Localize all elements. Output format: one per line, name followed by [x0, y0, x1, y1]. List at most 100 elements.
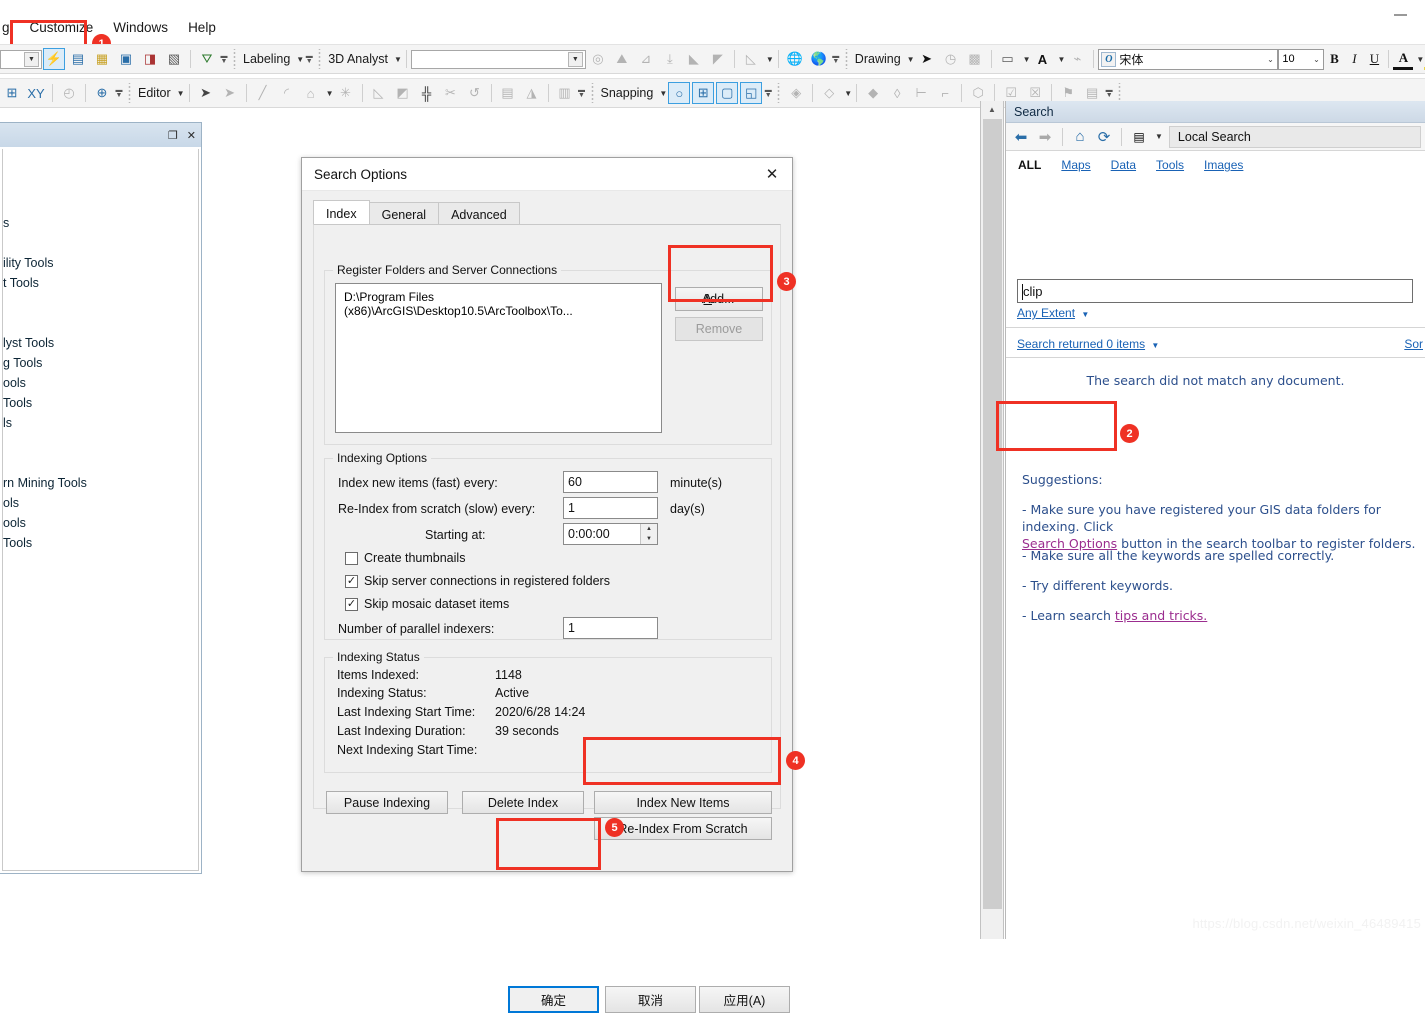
extent-filter-link[interactable]: Any Extent ▼	[1017, 306, 1089, 320]
select-topology-icon[interactable]: ◈	[785, 82, 807, 104]
chevron-down-icon[interactable]: ▼	[1151, 341, 1159, 350]
font-family-combo[interactable]: O 宋体 ⌄	[1098, 48, 1279, 70]
scroll-thumb[interactable]	[983, 119, 1002, 909]
editor-toolbar-icon[interactable]: ⚡	[43, 48, 65, 70]
edit-vertices-icon[interactable]: ⌁	[1066, 48, 1088, 70]
toolbar-grip-end[interactable]	[1116, 83, 1124, 103]
contour-icon[interactable]: ◎	[587, 48, 609, 70]
create-thumbnails-checkbox[interactable]	[345, 551, 358, 565]
index-new-items-button[interactable]: Index New Items	[594, 791, 772, 814]
apply-button[interactable]: 应用(A)	[699, 986, 790, 1013]
delete-index-button[interactable]: Delete Index	[462, 791, 584, 814]
interpolate-icon[interactable]: ◺	[740, 48, 762, 70]
list-item[interactable]: D:\Program Files (x86)\ArcGIS\Desktop10.…	[344, 290, 653, 318]
scroll-up-icon[interactable]: ▲	[981, 101, 1003, 118]
chevron-down-icon[interactable]: ▼	[326, 89, 334, 98]
tab-index[interactable]: Index	[313, 200, 370, 226]
close-icon[interactable]: ✕	[752, 158, 792, 190]
window-minimize-icon[interactable]	[1394, 14, 1407, 16]
underline-button[interactable]: U	[1364, 48, 1384, 70]
skip-server-row[interactable]: ✓ Skip server connections in registered …	[345, 574, 610, 588]
trace-icon[interactable]: ⌂	[300, 82, 322, 104]
editor-menu[interactable]: Editor	[135, 86, 174, 100]
skip-server-checkbox[interactable]: ✓	[345, 574, 358, 588]
menu-item-help[interactable]: Help	[178, 16, 226, 39]
list-item[interactable]: g Tools	[3, 353, 198, 373]
toolbox-icon[interactable]: ◨	[139, 48, 161, 70]
reshape-feature-icon[interactable]: ◺	[368, 82, 390, 104]
tips-and-tricks-link[interactable]: tips and tricks.	[1115, 608, 1207, 623]
toolbar-overflow-4[interactable]: ▬ ▼	[114, 82, 124, 104]
italic-button[interactable]: I	[1344, 48, 1364, 70]
list-item[interactable]: Tools	[3, 533, 198, 553]
ok-button[interactable]: 确定	[508, 986, 599, 1013]
list-item[interactable]: lyst Tools	[3, 333, 198, 353]
toolbox-tree[interactable]: s ility Tools t Tools lyst Tools g Tools…	[2, 149, 199, 871]
list-item[interactable]: rn Mining Tools	[3, 473, 198, 493]
tab-tools[interactable]: Tools	[1156, 158, 1184, 172]
create-features-icon[interactable]: ▥	[554, 82, 576, 104]
toolbar-grip-labeling[interactable]	[231, 49, 238, 69]
straight-segment-icon[interactable]: ╱	[252, 82, 274, 104]
font-color-button[interactable]: A	[1393, 48, 1414, 70]
close-icon[interactable]: ✕	[187, 129, 196, 142]
chevron-down-icon[interactable]: ▼	[766, 55, 774, 64]
chevron-down-icon[interactable]: ▼	[177, 89, 185, 98]
chevron-down-icon[interactable]: ▼	[1058, 55, 1066, 64]
list-item[interactable]: ools	[3, 513, 198, 533]
list-item[interactable]: ols	[3, 493, 198, 513]
chevron-down-icon[interactable]: ▼	[296, 55, 304, 64]
viewshed-icon[interactable]: ⊿	[635, 48, 657, 70]
sort-link[interactable]: Sor	[1404, 337, 1423, 351]
python-window-icon[interactable]: ▧	[163, 48, 185, 70]
rectangle-tool-icon[interactable]: ▭	[997, 48, 1019, 70]
rotate-feature-icon[interactable]: ✂	[440, 82, 462, 104]
curve-segment-icon[interactable]: ◜	[276, 82, 298, 104]
go-to-xy-icon[interactable]: XY	[25, 82, 47, 104]
parallel-indexers-input[interactable]: 1	[563, 617, 658, 639]
list-item[interactable]	[3, 293, 198, 313]
hillshade-icon[interactable]: ⛰	[611, 48, 633, 70]
search-window-icon[interactable]: ▣	[115, 48, 137, 70]
list-item[interactable]: ools	[3, 373, 198, 393]
map-vertical-scrollbar[interactable]: ▲	[980, 101, 1004, 939]
element-properties-icon[interactable]: ▩	[964, 48, 986, 70]
index-new-items-input[interactable]: 60	[563, 471, 658, 493]
back-arrow-icon[interactable]: ⬅	[1010, 126, 1032, 148]
list-item[interactable]: t Tools	[3, 273, 198, 293]
align-edge-icon[interactable]: ⊢	[910, 82, 932, 104]
list-item[interactable]	[3, 313, 198, 333]
starting-at-input[interactable]: 0:00:00 ▲ ▼	[563, 523, 658, 545]
profile-graph-icon[interactable]: ◤	[707, 48, 729, 70]
chevron-down-icon[interactable]: ▼	[1155, 132, 1163, 141]
maximize-icon[interactable]: ❐	[168, 129, 178, 142]
tab-all[interactable]: ALL	[1018, 158, 1041, 172]
chevron-down-icon[interactable]: ▼	[1081, 310, 1089, 319]
list-item[interactable]: ility Tools	[3, 253, 198, 273]
chevron-down-icon[interactable]: ▼	[394, 55, 402, 64]
split-tool-icon[interactable]: ╬	[416, 82, 438, 104]
toolbar-overflow-6[interactable]: ▬ ▼	[763, 82, 773, 104]
arcglobe-icon[interactable]: 🌎	[808, 48, 830, 70]
results-count-link[interactable]: Search returned 0 items ▼	[1017, 337, 1159, 351]
list-item[interactable]	[3, 453, 198, 473]
generalize-edge-icon[interactable]: ⌐	[934, 82, 956, 104]
chevron-down-icon[interactable]: ▼	[844, 89, 852, 98]
drawing-menu[interactable]: Drawing	[852, 52, 904, 66]
pause-indexing-button[interactable]: Pause Indexing	[326, 791, 448, 814]
toolbar-overflow-3[interactable]: ▬ ▼	[831, 48, 841, 70]
attributes-icon[interactable]: ▤	[497, 82, 519, 104]
chevron-down-icon[interactable]: ▼	[1416, 55, 1424, 64]
toolbar-overflow-1[interactable]: ▬ ▼	[219, 48, 229, 70]
add-button[interactable]: A Add...	[675, 287, 763, 311]
layer-combo[interactable]: ▼	[410, 49, 586, 69]
rotate-icon[interactable]: ◷	[940, 48, 962, 70]
model-builder-icon[interactable]: ⛛	[196, 48, 218, 70]
zoom-window-icon[interactable]: ⊕	[91, 82, 113, 104]
tab-maps[interactable]: Maps	[1061, 158, 1090, 172]
select-pointer-icon[interactable]: ➤	[916, 48, 938, 70]
chevron-down-icon[interactable]: ⌄	[1263, 51, 1277, 68]
search-input[interactable]: clip	[1017, 279, 1413, 303]
analyst-menu[interactable]: 3D Analyst	[325, 52, 391, 66]
search-scope-combo[interactable]: Local Search	[1168, 125, 1421, 148]
